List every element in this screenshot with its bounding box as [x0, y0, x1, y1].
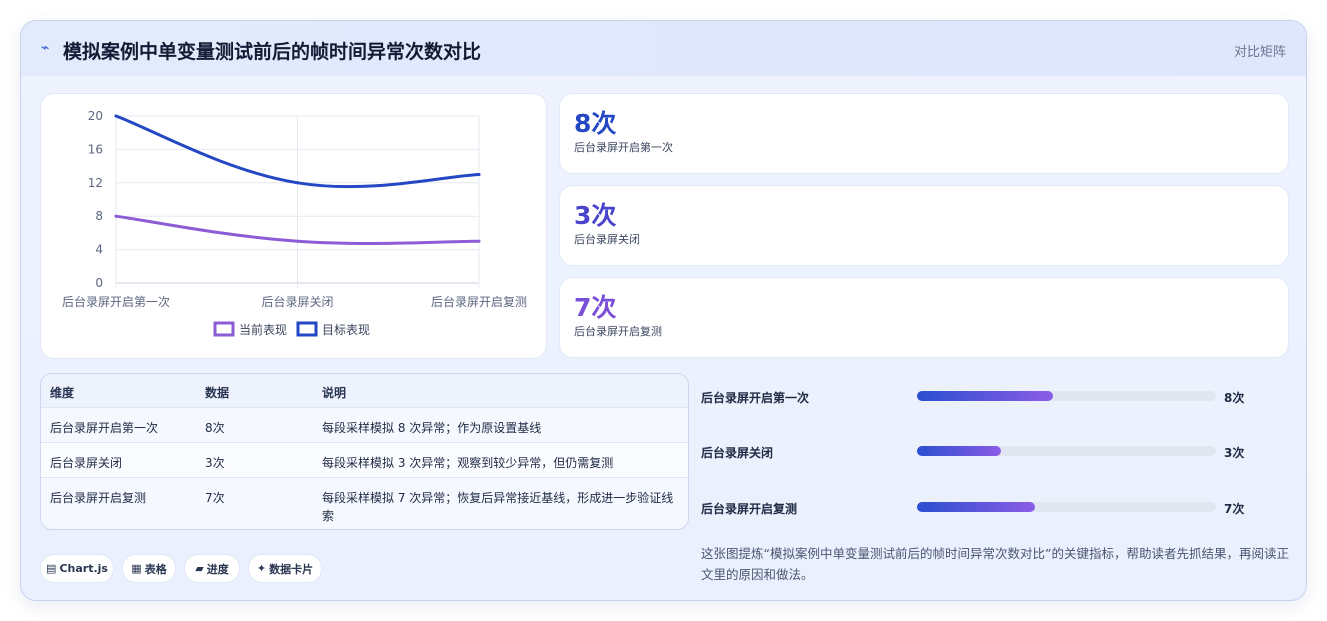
- table-header-dimension: 维度: [50, 386, 75, 400]
- summary-note: 这张图提炼“模拟案例中单变量测试前后的帧时间异常次数对比”的关键指标，帮助读者先…: [701, 546, 1289, 582]
- progress-track: [917, 446, 1216, 456]
- pill-label: 进度: [206, 562, 229, 576]
- y-tick-label: 20: [88, 109, 103, 123]
- line-chart-icon: ⌁: [41, 40, 50, 56]
- data-table: 维度 数据 说明 后台录屏开启第一次 8次 每段采样模拟 8 次异常；作为原设置…: [40, 373, 689, 530]
- progress-fill: [917, 446, 1001, 456]
- progress-value: 7次: [1224, 502, 1245, 516]
- data-point: [477, 239, 481, 243]
- x-tick-label: 后台录屏开启第一次: [62, 294, 170, 309]
- progress-value: 8次: [1224, 391, 1245, 405]
- progress-label: 后台录屏开启复测: [701, 502, 798, 516]
- table-cell-dimension: 后台录屏开启第一次: [50, 421, 159, 435]
- progress-track: [917, 502, 1216, 512]
- stat-card-3: 7次 后台录屏开启复测: [559, 277, 1289, 358]
- data-point: [477, 172, 481, 176]
- table-header-row: 维度 数据 说明: [41, 374, 688, 407]
- sparkle-icon: ✦: [256, 562, 267, 575]
- pill-chartjs[interactable]: ▤ Chart.js: [40, 554, 114, 583]
- x-tick-label: 后台录屏关闭: [261, 294, 333, 309]
- table-cell-description-wrap: 索: [322, 509, 335, 523]
- y-tick-label: 16: [88, 142, 103, 156]
- progress-label: 后台录屏关闭: [701, 446, 774, 460]
- progress-icon: ▰: [195, 562, 204, 575]
- progress-value: 3次: [1224, 446, 1245, 460]
- stat-value: 3次: [574, 201, 617, 230]
- x-tick-label: 后台录屏开启复测: [431, 294, 527, 309]
- table-cell-description: 每段采样模拟 7 次异常；恢复后异常接近基线，形成进一步验证线: [322, 491, 674, 505]
- stat-value: 7次: [574, 293, 617, 322]
- data-point: [296, 239, 299, 243]
- table-row: 后台录屏开启复测 7次 每段采样模拟 7 次异常；恢复后异常接近基线，形成进一步…: [41, 477, 688, 529]
- y-tick-label: 12: [88, 176, 103, 190]
- data-point: [114, 114, 118, 118]
- line-chart: 0 4 8 12 16 20 后台录屏开启第一次 后台录屏关闭 后台录屏开启复测当前表现 目标表现: [62, 109, 527, 337]
- legend-label: 目标表现: [322, 323, 370, 337]
- panel-header: ⌁ 模拟案例中单变量测试前后的帧时间异常次数对比 对比矩阵: [21, 21, 1306, 76]
- legend-swatch: [296, 321, 318, 337]
- table-cell-data: 8次: [205, 421, 225, 435]
- table-row: 后台录屏开启第一次 8次 每段采样模拟 8 次异常；作为原设置基线: [41, 407, 688, 442]
- table-cell-description: 每段采样模拟 8 次异常；作为原设置基线: [322, 421, 542, 435]
- data-point: [296, 181, 299, 185]
- progress-track: [917, 391, 1216, 401]
- stat-card-1: 8次 后台录屏开启第一次: [559, 93, 1289, 174]
- stat-label: 后台录屏开启复测: [574, 325, 662, 338]
- legend-label: 当前表现: [239, 322, 287, 337]
- pill-data-card[interactable]: ✦ 数据卡片: [248, 554, 322, 583]
- line-chart-card: 0 4 8 12 16 20 后台录屏开启第一次 后台录屏关闭 后台录屏开启复测当前表现 目标表现: [40, 93, 547, 359]
- panel-title: 模拟案例中单变量测试前后的帧时间异常次数对比: [63, 41, 482, 63]
- table-header-description: 说明: [322, 386, 347, 400]
- y-tick-label: 8: [95, 209, 103, 223]
- pill-progress[interactable]: ▰ 进度: [184, 554, 240, 583]
- stat-value: 8次: [574, 109, 617, 138]
- stat-card-2: 3次 后台录屏关闭: [559, 185, 1289, 266]
- table-row: 后台录屏关闭 3次 每段采样模拟 3 次异常；观察到较少异常，但仍需复测: [41, 442, 688, 477]
- legend-swatch: [213, 321, 235, 337]
- stat-label: 后台录屏开启第一次: [574, 141, 673, 154]
- y-tick-label: 0: [95, 276, 103, 290]
- progress-label: 后台录屏开启第一次: [701, 391, 810, 405]
- data-point: [114, 214, 118, 218]
- table-cell-data: 3次: [205, 456, 225, 470]
- pill-label: 数据卡片: [269, 562, 314, 576]
- stat-label: 后台录屏关闭: [574, 233, 640, 246]
- table-icon: ▦: [131, 562, 142, 575]
- table-cell-description: 每段采样模拟 3 次异常；观察到较少异常，但仍需复测: [322, 456, 614, 470]
- table-cell-data: 7次: [205, 491, 225, 505]
- pill-table[interactable]: ▦ 表格: [122, 554, 176, 583]
- pill-label: 表格: [144, 562, 167, 576]
- pill-label: Chart.js: [59, 562, 108, 575]
- table-cell-dimension: 后台录屏开启复测: [50, 491, 147, 505]
- table-header-data: 数据: [205, 386, 230, 400]
- table-cell-dimension: 后台录屏关闭: [50, 456, 123, 470]
- progress-fill: [917, 391, 1054, 401]
- progress-fill: [917, 502, 1036, 512]
- panel-tag: 对比矩阵: [1233, 45, 1286, 60]
- y-tick-label: 4: [95, 243, 103, 257]
- chart-icon: ▤: [46, 562, 57, 575]
- comparison-panel: ⌁ 模拟案例中单变量测试前后的帧时间异常次数对比 对比矩阵 0 4 8 12 16 20 后…: [20, 20, 1307, 601]
